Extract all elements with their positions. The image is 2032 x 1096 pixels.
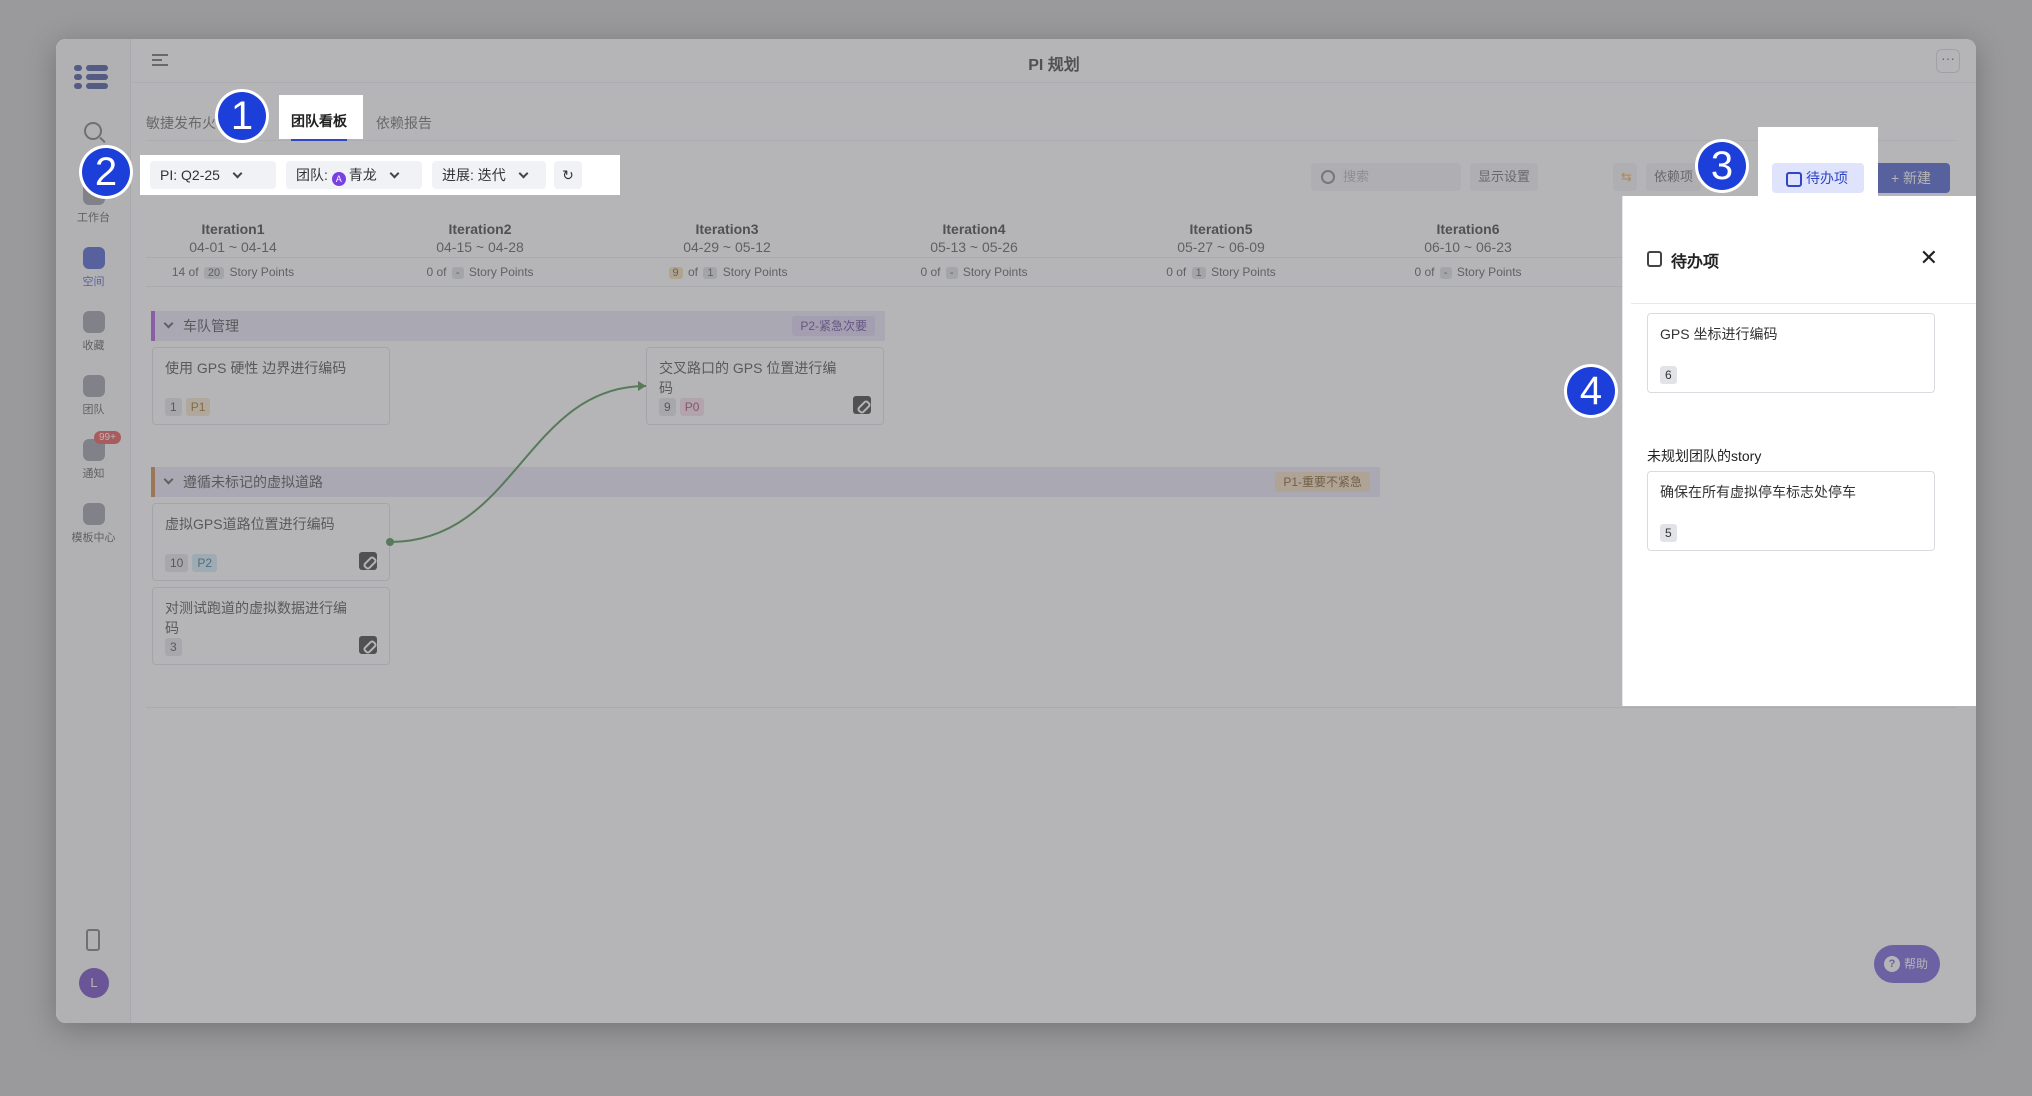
backlog-card[interactable]: GPS 坐标进行编码 6 — [1647, 313, 1935, 393]
filter-bar-highlight: PI: Q2-25 团队: A 青龙 进展: 迭代 ↻ — [140, 155, 620, 195]
callout-3: 3 — [1698, 142, 1746, 190]
chevron-down-icon — [389, 168, 400, 179]
callout-4: 4 — [1567, 367, 1615, 415]
backlog-panel: 待办项 ✕ GPS 坐标进行编码 6 未规划团队的story 确保在所有虚拟停车… — [1622, 196, 1976, 706]
story-points-chip: 6 — [1660, 366, 1677, 384]
team-icon: A — [331, 172, 346, 186]
refresh-button[interactable]: ↻ — [554, 161, 582, 189]
display-settings-button[interactable]: 显示设置 — [1470, 163, 1539, 191]
tab-team-board-highlight: 团队看板 — [279, 95, 363, 141]
card-title: GPS 坐标进行编码 — [1660, 326, 1778, 342]
unplanned-section-title: 未规划团队的story — [1647, 448, 1762, 464]
help-button[interactable]: 帮助 — [1874, 945, 1940, 983]
progress-value: 迭代 — [477, 167, 506, 183]
backlog-button-highlight: 待办项 — [1758, 127, 1878, 199]
backlog-card[interactable]: 确保在所有虚拟停车标志处停车 5 — [1647, 471, 1935, 551]
new-button[interactable]: + 新建 — [1872, 163, 1950, 193]
search-input[interactable]: 搜索 — [1311, 163, 1461, 191]
pi-label: PI: — [160, 167, 178, 183]
callout-2: 2 — [82, 148, 130, 196]
chevron-down-icon — [232, 168, 243, 179]
team-label: 团队: — [296, 167, 328, 183]
chevron-down-icon — [518, 168, 529, 179]
pi-value: Q2-25 — [181, 167, 220, 183]
callout-1: 1 — [218, 92, 266, 140]
app-window: 工作台 空间 收藏 团队 99+ 通知 模板中心 L PI 规划 ··· 敏捷发… — [56, 39, 1976, 1023]
card-title: 确保在所有虚拟停车标志处停车 — [1660, 484, 1856, 500]
pi-select[interactable]: PI: Q2-25 — [150, 161, 276, 189]
board-bottom-border — [146, 707, 1956, 708]
panel-divider — [1631, 303, 1976, 304]
story-points-chip: 5 — [1660, 524, 1677, 542]
progress-label: 进展: — [442, 167, 474, 183]
close-icon[interactable]: ✕ — [1920, 245, 1938, 271]
swap-icon[interactable]: ⇆ — [1613, 163, 1637, 191]
dependency-button[interactable]: 依赖项 — [1646, 163, 1702, 191]
panel-title: 待办项 — [1647, 248, 1719, 272]
team-value: 青龙 — [348, 167, 377, 183]
team-select[interactable]: 团队: A 青龙 — [286, 161, 422, 189]
progress-select[interactable]: 进展: 迭代 — [432, 161, 546, 189]
tab-team-board[interactable]: 团队看板 — [291, 111, 347, 141]
backlog-button[interactable]: 待办项 — [1772, 163, 1864, 193]
